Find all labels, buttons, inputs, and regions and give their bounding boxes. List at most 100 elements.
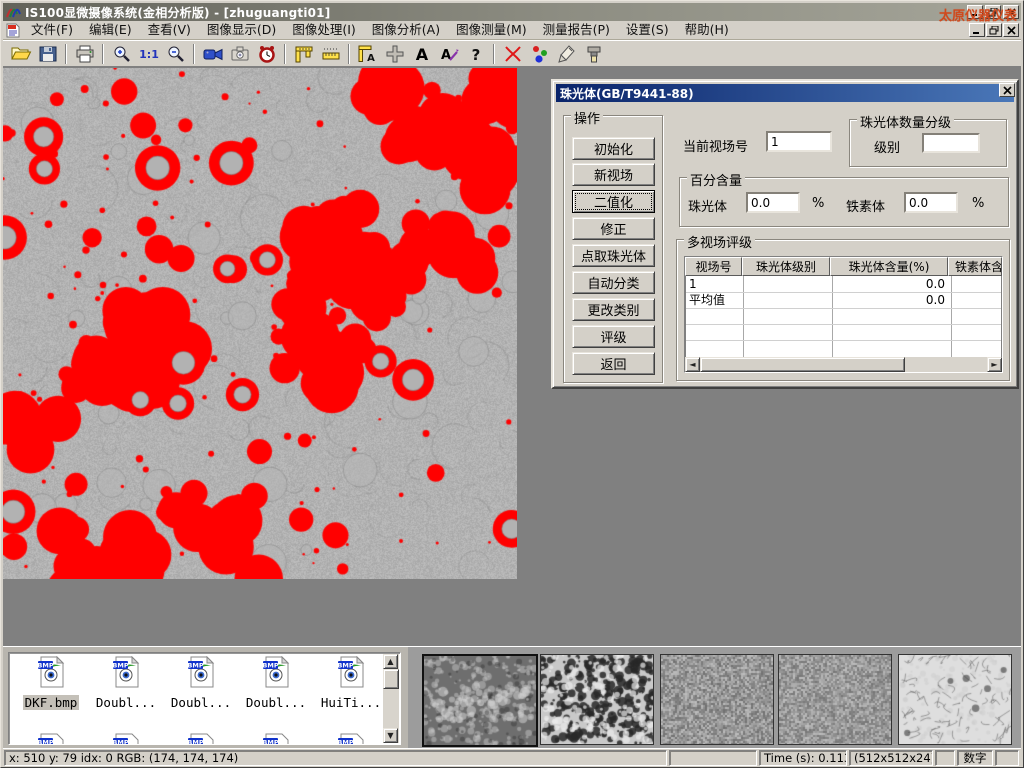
toolbar-button-zoom-in[interactable]	[108, 42, 135, 66]
auto-classify-button[interactable]: 自动分类	[572, 271, 655, 294]
mdi-system-icon[interactable]	[5, 23, 21, 38]
table-header-pearlite-level[interactable]: 珠光体级别	[742, 257, 830, 276]
sample-thumbnail-2[interactable]	[540, 654, 654, 745]
scrollbar-thumb[interactable]	[383, 669, 399, 689]
file-label[interactable]: Doubl...	[244, 695, 308, 710]
toolbar-button-calibrate[interactable]: A	[354, 42, 381, 66]
grid-line	[686, 324, 1001, 325]
current-field-input[interactable]	[766, 131, 832, 152]
file-list-scrollbar[interactable]: ▲ ▼	[383, 654, 399, 743]
scroll-left-button[interactable]: ◄	[685, 357, 700, 372]
file-item[interactable]: BMP	[165, 733, 237, 745]
change-class-button[interactable]: 更改类别	[572, 298, 655, 321]
mdi-minimize-button[interactable]	[969, 23, 985, 37]
level-input[interactable]	[922, 133, 980, 153]
pearlite-label: 珠光体	[688, 196, 727, 215]
file-item[interactable]: BMP	[240, 733, 312, 745]
menu-item-settings[interactable]: 设置(S)	[618, 21, 677, 39]
initialize-button[interactable]: 初始化	[572, 137, 655, 160]
toolbar-button-save[interactable]	[34, 42, 61, 66]
toolbar-button-help[interactable]: ?	[462, 42, 489, 66]
scrollbar-track[interactable]	[700, 357, 987, 372]
move-cross-icon	[384, 44, 406, 64]
toolbar-button-ruler-measure[interactable]	[317, 42, 344, 66]
file-item[interactable]: BMP	[315, 733, 387, 745]
dialog-close-button[interactable]	[999, 83, 1015, 97]
file-item[interactable]: BMP Doubl...	[165, 656, 237, 711]
toolbar-button-move[interactable]	[381, 42, 408, 66]
workspace: 珠光体(GB/T9441-88) 操作 初始化 新视场 二值化 修正 点取珠光体…	[3, 67, 1021, 646]
minimize-button[interactable]	[967, 5, 983, 19]
file-item[interactable]: BMP HuiTi...	[315, 656, 387, 711]
bottom-panel: BMP DKF.bmp BMP Doubl... BMP Doubl... BM…	[3, 646, 1021, 748]
correct-button[interactable]: 修正	[572, 217, 655, 240]
toolbar-button-timer[interactable]	[253, 42, 280, 66]
menu-item-edit[interactable]: 编辑(E)	[81, 21, 140, 39]
sample-thumbnail-4[interactable]	[778, 654, 892, 745]
scroll-up-button[interactable]: ▲	[383, 654, 398, 669]
file-label[interactable]: Doubl...	[94, 695, 158, 710]
grade-button[interactable]: 评级	[572, 325, 655, 348]
scroll-right-button[interactable]: ►	[987, 357, 1002, 372]
toolbar-button-caliper-measure[interactable]	[290, 42, 317, 66]
file-item[interactable]: BMP	[90, 733, 162, 745]
mdi-restore-button[interactable]	[986, 23, 1002, 37]
menu-item-view[interactable]: 查看(V)	[140, 21, 199, 39]
menu-item-image-measure[interactable]: 图像测量(M)	[448, 21, 535, 39]
toolbar-button-video-capture[interactable]	[199, 42, 226, 66]
return-button[interactable]: 返回	[572, 352, 655, 375]
scroll-down-button[interactable]: ▼	[383, 728, 398, 743]
toolbar-button-zoom-out[interactable]	[162, 42, 189, 66]
file-item[interactable]: BMP Doubl...	[240, 656, 312, 711]
table-header-field-no[interactable]: 视场号	[685, 257, 742, 276]
scrollbar-thumb[interactable]	[700, 357, 905, 372]
table-cell-field-1: 1	[689, 276, 697, 292]
toolbar-button-open[interactable]	[7, 42, 34, 66]
file-label[interactable]: DKF.bmp	[23, 695, 80, 710]
menu-item-image-analysis[interactable]: 图像分析(A)	[364, 21, 448, 39]
toolbar-button-fill-brush[interactable]	[580, 42, 607, 66]
scrollbar-track[interactable]	[383, 669, 399, 728]
menu-item-image-display[interactable]: 图像显示(D)	[199, 21, 284, 39]
toolbar-button-print[interactable]	[71, 42, 98, 66]
restore-button[interactable]	[985, 5, 1001, 19]
toolbar-button-text[interactable]: A	[408, 42, 435, 66]
ferrite-input[interactable]	[904, 192, 958, 213]
toolbar-separator	[284, 44, 286, 64]
zoom-out-icon	[165, 44, 187, 64]
new-field-button[interactable]: 新视场	[572, 163, 655, 186]
mdi-close-button[interactable]	[1003, 23, 1019, 37]
thumbnail-strip	[408, 647, 1021, 748]
toolbar-button-pick-pen[interactable]	[553, 42, 580, 66]
menu-item-file[interactable]: 文件(F)	[23, 21, 81, 39]
file-item[interactable]: BMP DKF.bmp	[15, 656, 87, 711]
toolbar-button-classify[interactable]	[526, 42, 553, 66]
pearlite-input[interactable]	[746, 192, 800, 213]
table-header-pearlite-content[interactable]: 珠光体含量(%)	[830, 257, 948, 276]
sample-thumbnail-5[interactable]	[898, 654, 1012, 745]
close-button[interactable]	[1003, 5, 1019, 19]
file-label[interactable]: Doubl...	[169, 695, 233, 710]
toolbar-button-delete-object[interactable]	[499, 42, 526, 66]
bmp-file-icon: BMP	[185, 656, 217, 688]
menu-item-image-processing[interactable]: 图像处理(I)	[284, 21, 363, 39]
toolbar-button-actual-size[interactable]: 1:1	[135, 42, 162, 66]
file-label[interactable]: HuiTi...	[319, 695, 383, 710]
file-item[interactable]: BMP	[15, 733, 87, 745]
current-field-label: 当前视场号	[683, 136, 748, 155]
main-image[interactable]	[3, 68, 517, 579]
menu-item-measure-report[interactable]: 测量报告(P)	[535, 21, 618, 39]
grid-line	[951, 276, 952, 357]
sample-thumbnail-1[interactable]	[422, 654, 538, 747]
table-header-ferrite-content[interactable]: 铁素体含量(%)	[948, 257, 1002, 276]
pick-pearlite-button[interactable]: 点取珠光体	[572, 244, 655, 267]
toolbar-button-annotate[interactable]: A	[435, 42, 462, 66]
menu-item-help[interactable]: 帮助(H)	[677, 21, 737, 39]
grid-line	[686, 308, 1001, 309]
toolbar-button-snapshot[interactable]	[226, 42, 253, 66]
binarize-button[interactable]: 二值化	[572, 190, 655, 213]
file-item[interactable]: BMP Doubl...	[90, 656, 162, 711]
table-h-scrollbar[interactable]: ◄ ►	[685, 357, 1002, 372]
sample-thumbnail-3[interactable]	[660, 654, 774, 745]
bmp-file-icon: BMP	[335, 656, 367, 688]
